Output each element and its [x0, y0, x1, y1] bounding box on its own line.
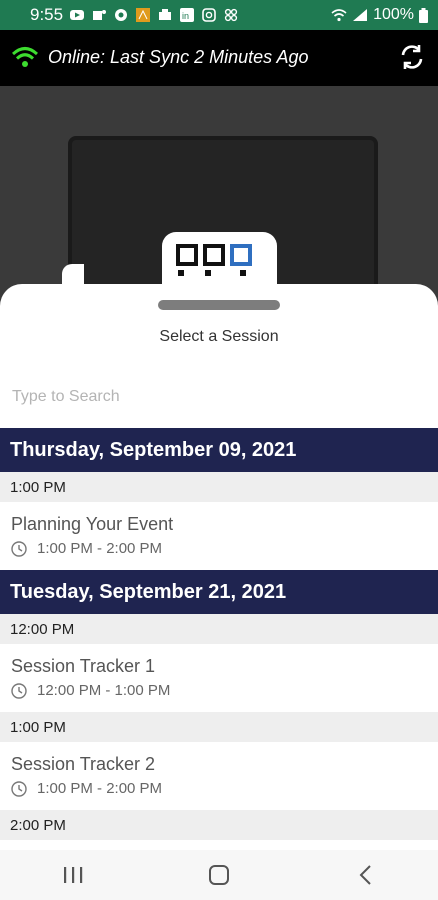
recent-apps-icon: [64, 867, 83, 883]
inbox-icon: [159, 9, 172, 20]
svg-text:in: in: [182, 11, 189, 21]
sheet-drag-handle[interactable]: [158, 300, 280, 310]
session-time-range: 1:00 PM - 2:00 PM: [11, 780, 438, 797]
session-item[interactable]: Session Tracker 2 1:00 PM - 2:00 PM: [0, 742, 438, 810]
status-time: 9:55: [30, 5, 64, 24]
session-picker-sheet: Select a Session Thursday, September 09,…: [0, 284, 438, 850]
search-input[interactable]: [12, 384, 426, 410]
home-icon: [209, 865, 229, 885]
back-button[interactable]: [345, 860, 385, 890]
session-range-text: 1:00 PM - 2:00 PM: [37, 540, 163, 557]
recent-apps-button[interactable]: [53, 860, 93, 890]
date-header: Tuesday, September 21, 2021: [0, 570, 438, 614]
chat-icon: [115, 9, 128, 21]
signal-icon: [353, 9, 368, 21]
session-name: Session Tracker 1: [11, 656, 156, 676]
session-item[interactable]: Planning Your Event 1:00 PM - 2:00 PM: [0, 502, 438, 570]
linkedin-icon: in: [180, 8, 195, 22]
instagram-icon: [202, 8, 216, 22]
refresh-icon[interactable]: [398, 43, 426, 71]
teams-icon: [93, 10, 107, 20]
session-range-text: 12:00 PM - 1:00 PM: [37, 682, 171, 699]
session-time-range: 1:00 PM - 2:00 PM: [11, 540, 438, 557]
app-icon: [136, 8, 151, 22]
home-button[interactable]: [199, 860, 239, 890]
session-item[interactable]: Session Tracker 1 12:00 PM - 1:00 PM: [0, 644, 438, 712]
back-icon: [359, 865, 371, 885]
wifi-icon: [331, 9, 347, 22]
battery-percent: 100%: [373, 6, 414, 23]
session-range-text: 1:00 PM - 2:00 PM: [37, 780, 163, 797]
notification-icons: in: [69, 8, 239, 22]
clock-icon: [11, 682, 27, 699]
status-bar: 9:55 in 100%: [0, 0, 438, 30]
system-icons: 100%: [331, 6, 428, 24]
youtube-icon: [70, 10, 85, 20]
clock-icon: [11, 780, 27, 797]
session-time-range: 12:00 PM - 1:00 PM: [11, 682, 438, 699]
session-list: Thursday, September 09, 2021 1:00 PM Pla…: [0, 428, 438, 840]
slack-icon: [224, 8, 238, 22]
session-name: Session Tracker 2: [11, 754, 156, 774]
time-slot-header: 1:00 PM: [0, 712, 438, 742]
date-header: Thursday, September 09, 2021: [0, 428, 438, 472]
time-slot-header: 12:00 PM: [0, 614, 438, 644]
battery-icon: [419, 7, 428, 23]
wifi-status-icon: [12, 47, 38, 67]
system-nav-bar: [0, 850, 438, 900]
sync-status-text: Online: Last Sync 2 Minutes Ago: [48, 46, 309, 67]
sync-bar: Online: Last Sync 2 Minutes Ago: [0, 30, 438, 84]
scanner-backdrop: [0, 86, 438, 344]
session-name: Planning Your Event: [11, 514, 174, 534]
clock-icon: [11, 540, 27, 557]
sheet-title: Select a Session: [159, 328, 279, 345]
time-slot-header: 2:00 PM: [0, 810, 438, 840]
time-slot-header: 1:00 PM: [0, 472, 438, 502]
